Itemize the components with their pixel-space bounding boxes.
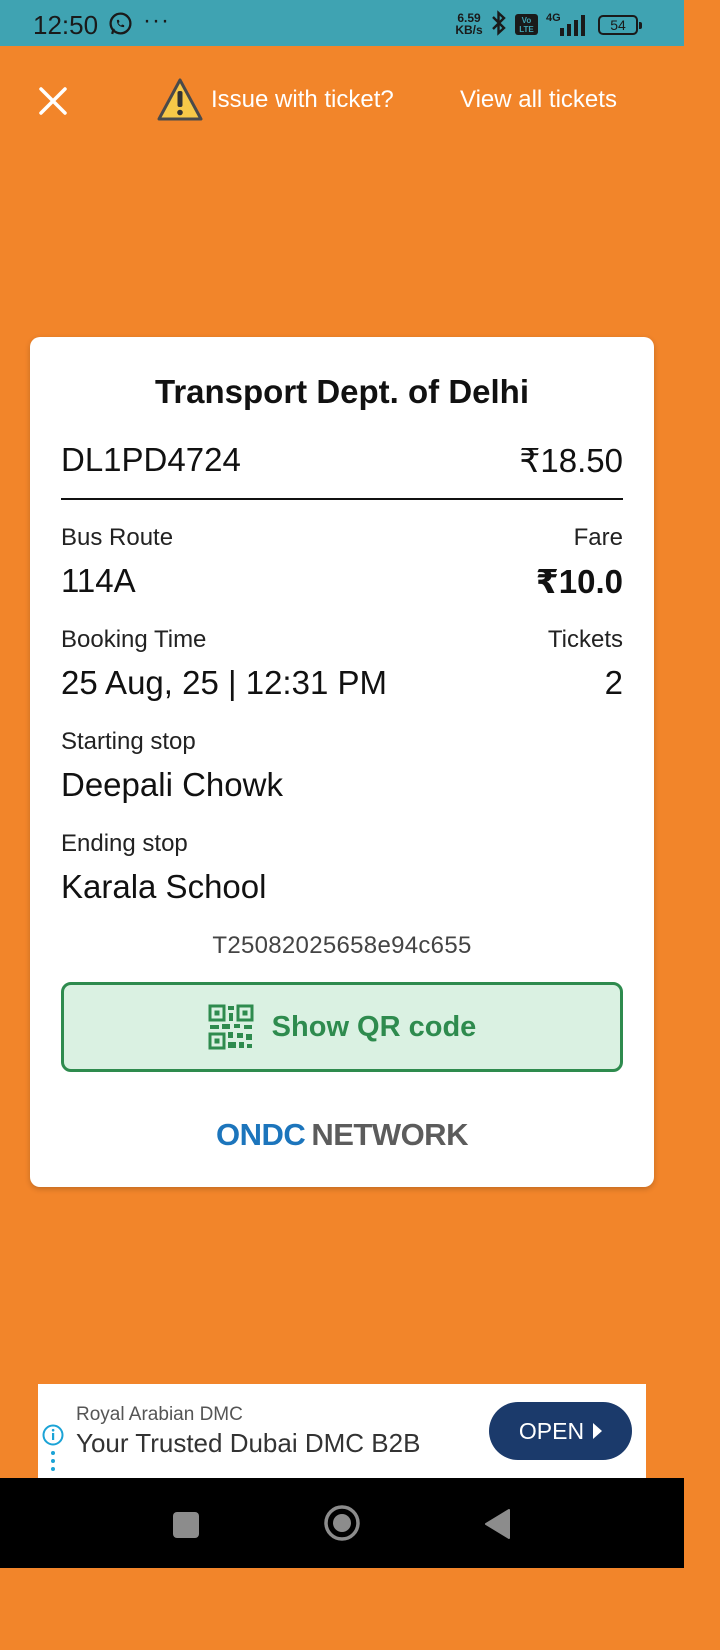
whatsapp-icon <box>109 12 132 35</box>
ad-open-button[interactable]: OPEN <box>489 1402 632 1460</box>
status-bar: 12:50 ··· 6.59 KB/s Vo LTE 4G 54 <box>0 0 684 46</box>
qr-code-icon <box>208 1004 254 1050</box>
back-button[interactable] <box>483 1508 511 1540</box>
ad-sponsor: Royal Arabian DMC <box>76 1404 243 1425</box>
tickets-label: Tickets <box>547 626 623 653</box>
network-speed-unit: KB/s <box>455 23 483 37</box>
fare-value: ₹10.0 <box>535 563 623 600</box>
bus-route-label: Bus Route <box>61 524 174 551</box>
vehicle-number: DL1PD4724 <box>61 441 241 478</box>
system-navigation-bar <box>0 1478 684 1568</box>
signal-icon <box>560 15 585 36</box>
fare-label: Fare <box>573 524 623 551</box>
more-notifications-icon: ··· <box>143 7 170 34</box>
issue-with-ticket-label: Issue with ticket? <box>211 86 394 113</box>
starting-stop-value: Deepali Chowk <box>61 766 283 803</box>
home-button[interactable] <box>323 1504 361 1542</box>
ad-options-icon[interactable] <box>51 1450 55 1472</box>
bus-route-value: 114A <box>61 562 136 599</box>
show-qr-code-label: Show QR code <box>271 1010 477 1043</box>
warning-icon <box>157 78 203 121</box>
bluetooth-icon <box>492 10 506 36</box>
booking-time-value: 25 Aug, 25 | 12:31 PM <box>61 664 387 701</box>
operator-name: Transport Dept. of Delhi <box>154 373 530 410</box>
network-speed: 6.59 KB/s <box>452 12 486 36</box>
ondc-network-logo: ONDC NETWORK <box>30 1117 654 1153</box>
total-amount: ₹18.50 <box>519 442 623 479</box>
play-arrow-icon <box>593 1423 603 1439</box>
ticket-id: T25082025658e94c655 <box>212 932 472 959</box>
network-logo-text: NETWORK <box>311 1117 468 1152</box>
tickets-count: 2 <box>604 664 623 701</box>
battery-icon: 54 <box>598 15 642 35</box>
status-time: 12:50 <box>33 10 99 40</box>
ad-banner[interactable]: Royal Arabian DMC Your Trusted Dubai DMC… <box>38 1384 646 1478</box>
close-icon[interactable] <box>32 80 74 122</box>
recents-button[interactable] <box>173 1512 199 1538</box>
ad-headline[interactable]: Your Trusted Dubai DMC B2B <box>76 1428 420 1459</box>
issue-with-ticket-link[interactable]: Issue with ticket? <box>156 76 394 124</box>
ticket-card: Transport Dept. of Delhi DL1PD4724 ₹18.5… <box>30 337 654 1187</box>
divider <box>61 498 623 500</box>
volte-icon: Vo LTE <box>515 14 538 35</box>
view-all-tickets-link[interactable]: View all tickets <box>460 86 617 114</box>
show-qr-code-button[interactable]: Show QR code <box>61 982 623 1072</box>
ad-open-label: OPEN <box>518 1417 585 1444</box>
ondc-logo-text: ONDC <box>216 1117 306 1152</box>
booking-time-label: Booking Time <box>61 626 207 653</box>
info-icon[interactable] <box>42 1424 64 1446</box>
ending-stop-label: Ending stop <box>61 830 188 857</box>
ending-stop-value: Karala School <box>61 868 267 905</box>
starting-stop-label: Starting stop <box>61 728 196 755</box>
